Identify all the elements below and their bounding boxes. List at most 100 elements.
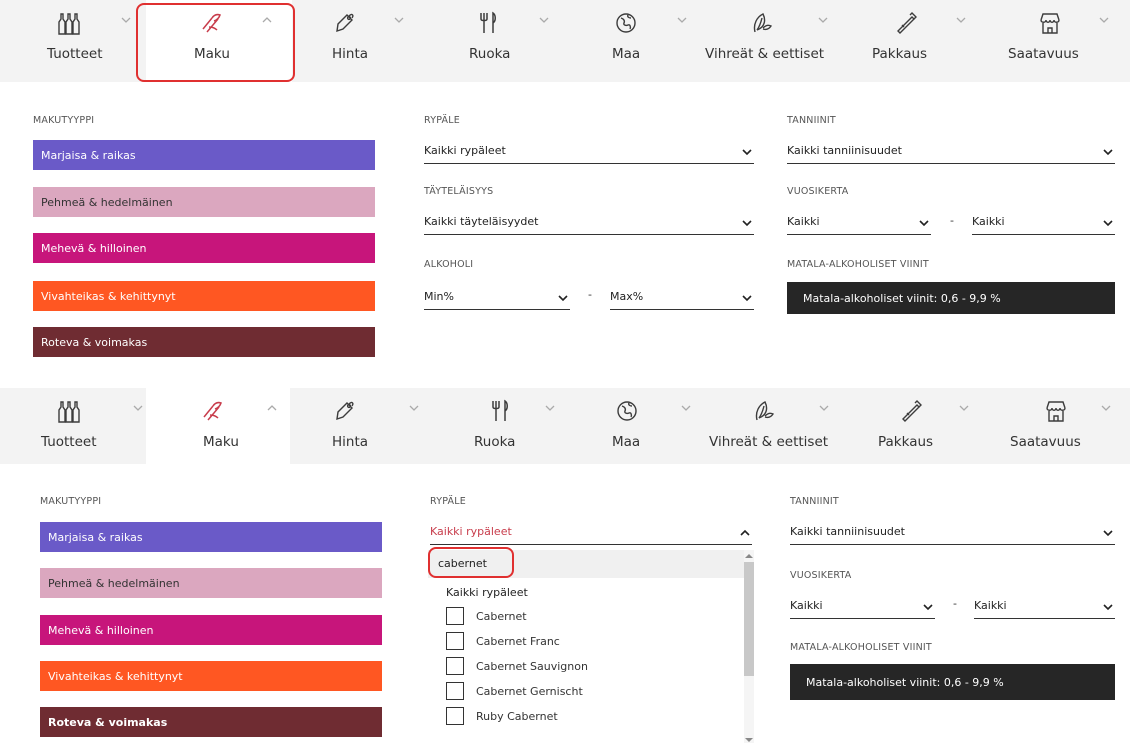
tab-maku[interactable]: Maku (146, 388, 290, 464)
tab-saatavuus[interactable]: Saatavuus (980, 0, 1130, 82)
taste-option-marjaisa[interactable]: Marjaisa & raikas (33, 140, 375, 170)
globe-icon (614, 398, 640, 424)
chevron-down-icon[interactable] (538, 14, 550, 26)
rypale-select[interactable]: Kaikki rypäleet (424, 138, 754, 164)
wine-bottles-icon (56, 10, 82, 36)
vuosikerta-to-select[interactable]: Kaikki (972, 209, 1115, 235)
chevron-down-icon[interactable] (1100, 402, 1112, 414)
tab-saatavuus[interactable]: Saatavuus (980, 388, 1130, 464)
tab-label: Tuotteet (41, 434, 97, 450)
low-alcohol-button[interactable]: Matala-alkoholiset viinit: 0,6 - 9,9 % (787, 282, 1115, 314)
tayteläisyys-select[interactable]: Kaikki täyteläisyydet (424, 209, 754, 235)
taste-option-roteva[interactable]: Roteva & voimakas (40, 707, 382, 737)
grape-option[interactable]: Ruby Cabernet (446, 705, 558, 727)
chevron-down-icon (919, 218, 929, 228)
vuosikerta-from-select[interactable]: Kaikki (787, 209, 931, 235)
tab-maa[interactable]: Maa (580, 388, 700, 464)
chevron-down-icon[interactable] (676, 14, 688, 26)
chevron-down-icon (1103, 147, 1113, 157)
chevron-down-icon (742, 293, 752, 303)
leaf-icon (751, 398, 777, 424)
grape-option-label: Cabernet (476, 609, 527, 623)
chevron-down-icon[interactable] (818, 402, 830, 414)
tayteläisyys-label: TÄYTELÄISYYS (424, 186, 494, 197)
tab-label: Ruoka (474, 434, 516, 450)
tab-tuotteet[interactable]: Tuotteet (0, 0, 146, 82)
chevron-down-icon[interactable] (544, 402, 556, 414)
tab-vihreat[interactable]: Vihreät & eettiset (700, 0, 850, 82)
range-dash: - (588, 288, 592, 301)
alkoholi-min-select[interactable]: Min% (424, 284, 570, 310)
cutlery-icon (488, 398, 514, 424)
grape-option[interactable]: Cabernet (446, 605, 527, 627)
checkbox[interactable] (446, 657, 464, 675)
alkoholi-max-select[interactable]: Max% (610, 284, 754, 310)
rypale-select-open[interactable]: Kaikki rypäleet (430, 519, 752, 545)
taste-option-marjaisa[interactable]: Marjaisa & raikas (40, 522, 382, 552)
vuosikerta-from-select[interactable]: Kaikki (790, 593, 935, 619)
taste-option-meheva[interactable]: Mehevä & hilloinen (33, 233, 375, 263)
taste-option-vivahteikas[interactable]: Vivahteikas & kehittynyt (40, 661, 382, 691)
tanniinit-select[interactable]: Kaikki tanniinisuudet (790, 519, 1115, 545)
vuosikerta-from-value: Kaikki (787, 215, 820, 228)
package-icon (898, 398, 924, 424)
price-tag-icon (332, 398, 358, 424)
taste-option-pehmea[interactable]: Pehmeä & hedelmäinen (40, 568, 382, 598)
checkbox[interactable] (446, 707, 464, 725)
tayteläisyys-value: Kaikki täyteläisyydet (424, 215, 539, 228)
tab-label: Hinta (332, 46, 369, 62)
tab-ruoka[interactable]: Ruoka (432, 0, 580, 82)
scroll-down-icon[interactable] (745, 736, 753, 743)
grape-option-label: Cabernet Gernischt (476, 684, 583, 698)
tab-maa[interactable]: Maa (580, 0, 700, 82)
chevron-down-icon[interactable] (132, 402, 144, 414)
tab-hinta[interactable]: Hinta (290, 388, 432, 464)
chevron-down-icon[interactable] (120, 14, 132, 26)
chevron-down-icon[interactable] (955, 14, 967, 26)
chevron-down-icon (742, 147, 752, 157)
tab-hinta[interactable]: Hinta (292, 0, 432, 82)
tab-label: Saatavuus (1010, 434, 1081, 450)
taste-option-roteva[interactable]: Roteva & voimakas (33, 327, 375, 357)
chevron-down-icon[interactable] (408, 402, 420, 414)
taste-option-vivahteikas[interactable]: Vivahteikas & kehittynyt (33, 281, 375, 311)
rypale-label: RYPÄLE (424, 115, 460, 126)
tab-ruoka[interactable]: Ruoka (432, 388, 580, 464)
grape-option[interactable]: Cabernet Gernischt (446, 680, 583, 702)
grape-option[interactable]: Cabernet Franc (446, 630, 560, 652)
grape-option-all[interactable]: Kaikki rypäleet (446, 586, 528, 599)
checkbox[interactable] (446, 682, 464, 700)
chevron-down-icon (1103, 218, 1113, 228)
checkbox[interactable] (446, 607, 464, 625)
chevron-down-icon[interactable] (680, 402, 692, 414)
vuosikerta-to-select[interactable]: Kaikki (974, 593, 1115, 619)
tab-pakkaus[interactable]: Pakkaus (850, 388, 980, 464)
matala-label: MATALA-ALKOHOLISET VIINIT (787, 259, 929, 270)
tab-pakkaus[interactable]: Pakkaus (850, 0, 980, 82)
vuosikerta-from-value: Kaikki (790, 599, 823, 612)
chevron-up-icon[interactable] (266, 402, 278, 414)
tab-tuotteet[interactable]: Tuotteet (0, 388, 146, 464)
low-alcohol-button[interactable]: Matala-alkoholiset viinit: 0,6 - 9,9 % (790, 664, 1115, 700)
scrollbar-thumb[interactable] (744, 562, 754, 676)
rypale-value: Kaikki rypäleet (430, 525, 512, 538)
alkoholi-min-value: Min% (424, 290, 454, 303)
taste-option-pehmea[interactable]: Pehmeä & hedelmäinen (33, 187, 375, 217)
tanniinit-value: Kaikki tanniinisuudet (787, 144, 902, 157)
tab-label: Saatavuus (1008, 46, 1079, 62)
globe-icon (613, 10, 639, 36)
chevron-down-icon[interactable] (817, 14, 829, 26)
tanniinit-value: Kaikki tanniinisuudet (790, 525, 905, 538)
chevron-down-icon[interactable] (1098, 14, 1110, 26)
chevron-up-icon (740, 528, 750, 538)
checkbox[interactable] (446, 632, 464, 650)
tanniinit-label: TANNIINIT (787, 115, 836, 126)
matala-label: MATALA-ALKOHOLISET VIINIT (790, 642, 932, 653)
chevron-down-icon[interactable] (958, 402, 970, 414)
scroll-up-icon[interactable] (745, 552, 753, 560)
chevron-down-icon[interactable] (393, 14, 405, 26)
tab-vihreat[interactable]: Vihreät & eettiset (700, 388, 850, 464)
grape-option[interactable]: Cabernet Sauvignon (446, 655, 588, 677)
taste-option-meheva[interactable]: Mehevä & hilloinen (40, 615, 382, 645)
tanniinit-select[interactable]: Kaikki tanniinisuudet (787, 138, 1115, 164)
